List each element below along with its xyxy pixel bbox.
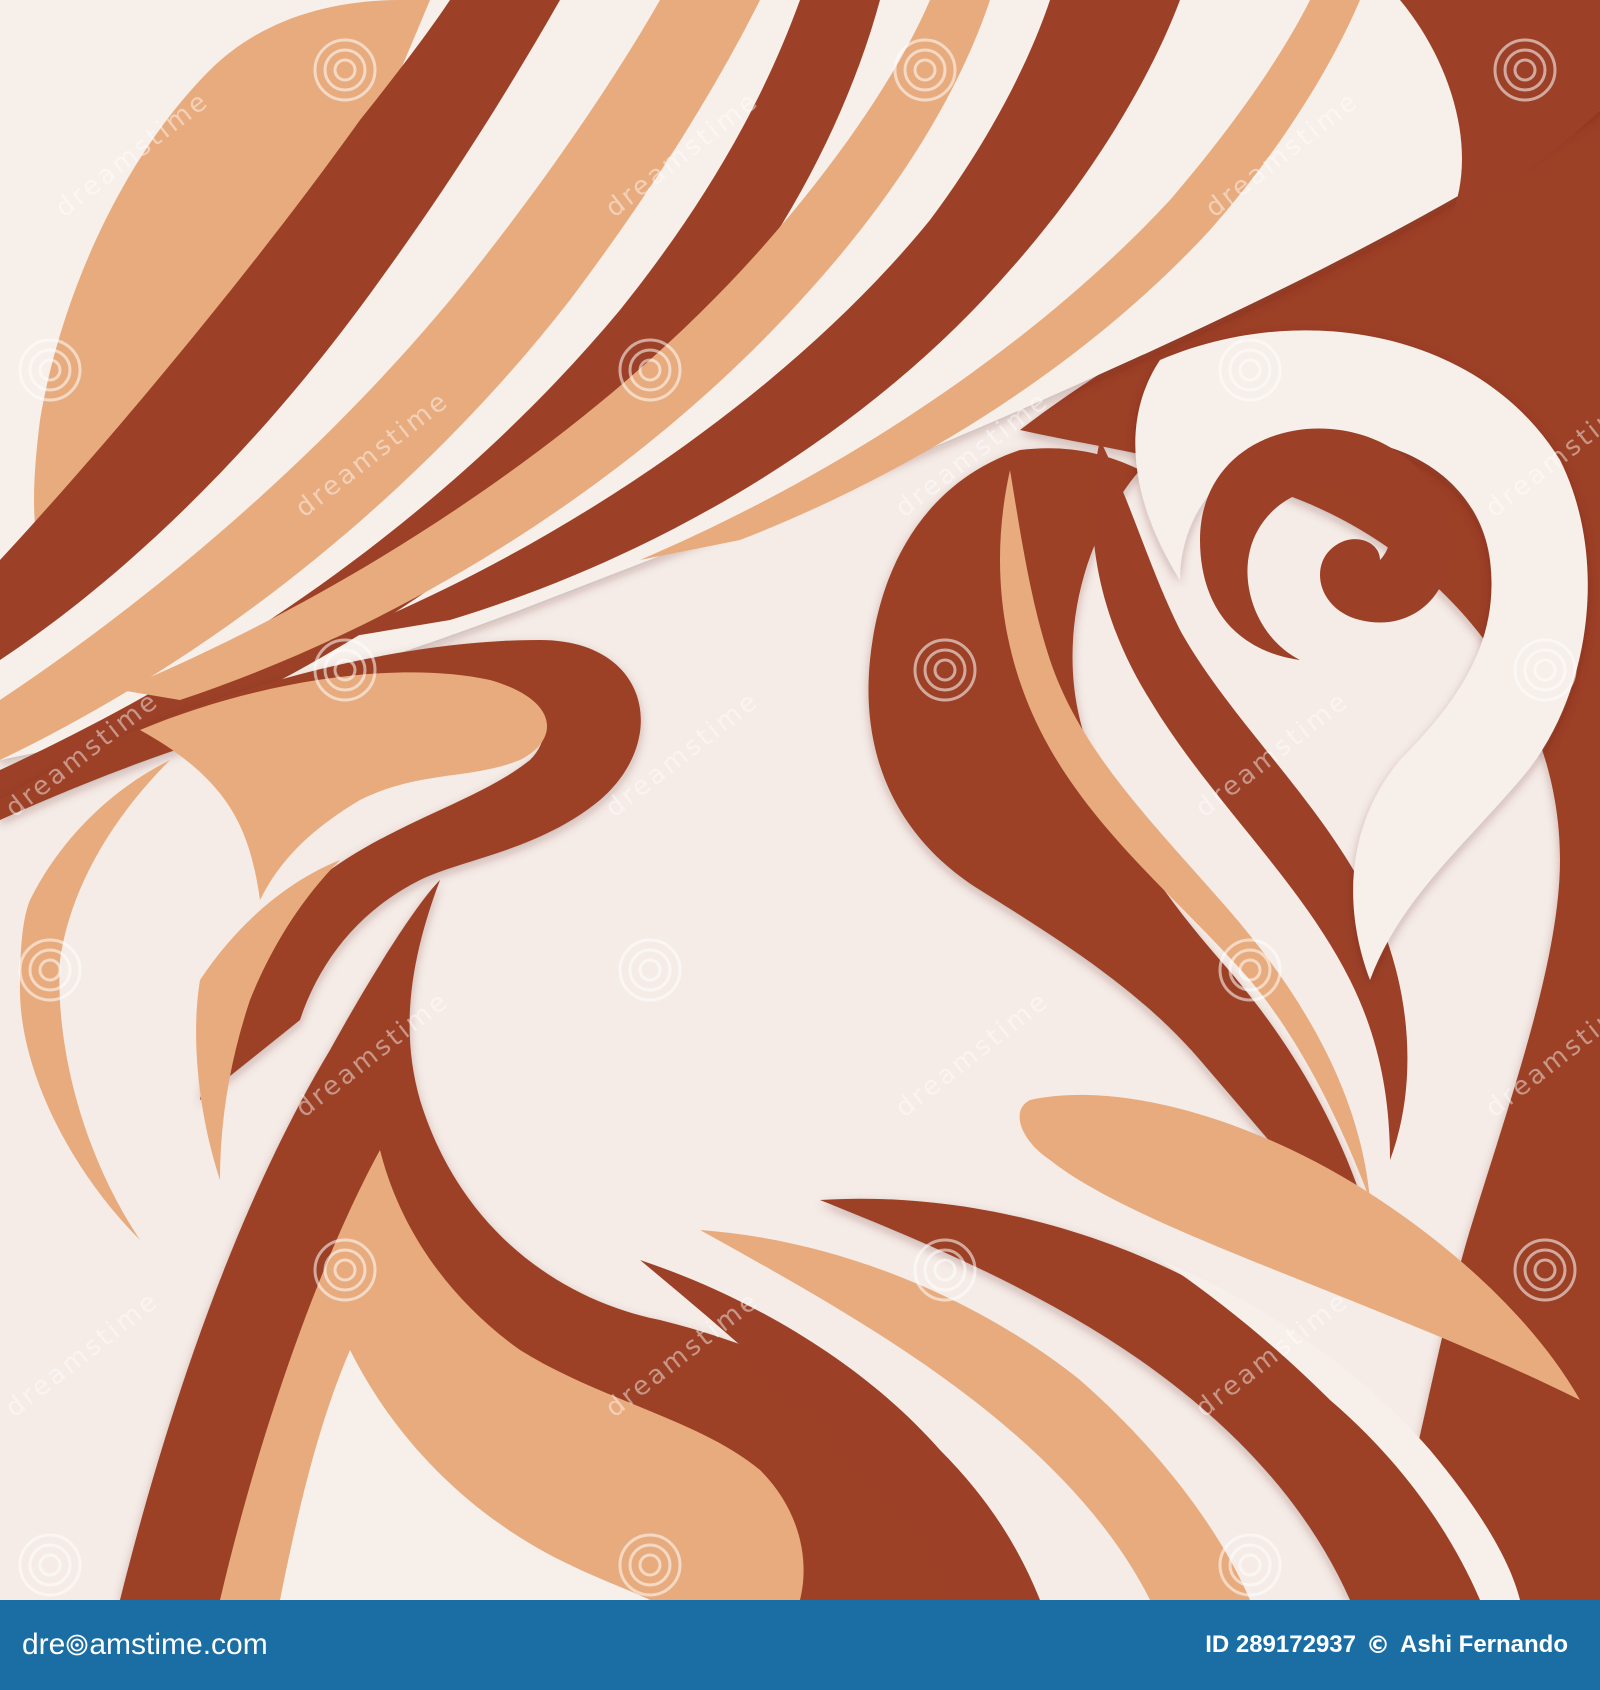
abstract-swirl-artwork xyxy=(0,0,1600,1600)
stock-image-frame: dreamstime dreamstime dreamstime dreamst… xyxy=(0,0,1600,1690)
brand-text-prefix: dre xyxy=(22,1628,66,1661)
brand-text-suffix: amstime.com xyxy=(89,1628,268,1661)
spiral-logo-icon xyxy=(66,1634,88,1656)
author-name[interactable]: Ashi Fernando xyxy=(1400,1631,1568,1659)
copyright-icon: © xyxy=(1365,1631,1390,1659)
image-credits: ID 289172937 © Ashi Fernando xyxy=(1205,1631,1568,1659)
image-id: ID 289172937 xyxy=(1205,1631,1356,1658)
footer-bar: dre amstime.com ID 289172937 © Ashi Fern… xyxy=(0,1600,1600,1690)
brand-link[interactable]: dre amstime.com xyxy=(22,1628,268,1662)
